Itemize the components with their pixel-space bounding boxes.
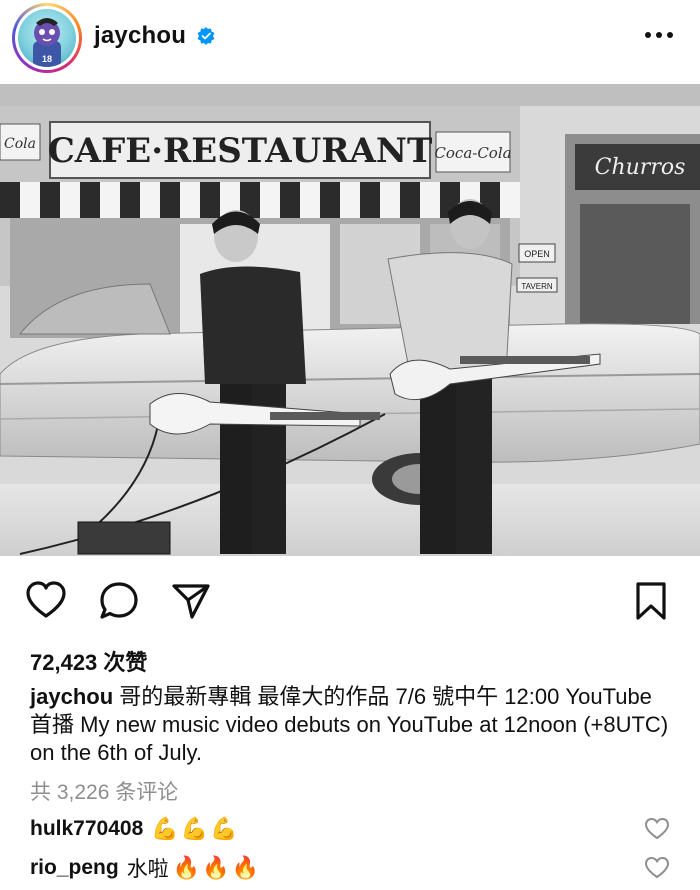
avatar[interactable]: 18 — [18, 9, 76, 67]
comment-text: 水啦 — [126, 858, 169, 881]
comment-like-heart-icon[interactable] — [644, 856, 670, 880]
post-photo[interactable]: CAFE·RESTAURANT Cola Coca-Cola Churros O… — [0, 84, 700, 556]
post-header: 18 jaychou — [0, 0, 700, 84]
sign-open: OPEN — [524, 249, 550, 259]
post-caption: jaychou 哥的最新專輯 最偉大的作品 7/6 號中午 12:00 YouT… — [30, 683, 680, 767]
sign-cola-left: Cola — [4, 136, 36, 152]
comment-row: hulk770408 💪💪💪 — [30, 812, 670, 846]
sign-coca-cola: Coca-Cola — [434, 144, 511, 162]
view-comments-link[interactable]: 共 3,226 条评论 — [30, 776, 178, 806]
comment-username[interactable]: hulk770408 — [30, 817, 143, 841]
post-username[interactable]: jaychou — [94, 22, 186, 50]
share-send-icon[interactable] — [170, 580, 212, 622]
comment-username[interactable]: rio_peng — [30, 856, 119, 880]
story-ring[interactable]: 18 — [12, 3, 82, 73]
more-options-icon[interactable] — [643, 28, 675, 42]
sign-cafe-restaurant: CAFE·RESTAURANT — [48, 131, 433, 171]
sign-churros: Churros — [595, 155, 686, 180]
caption-username[interactable]: jaychou — [30, 684, 113, 709]
sign-tavern: TAVERN — [521, 282, 552, 291]
comment-emoji: 💪💪💪 — [151, 816, 240, 841]
avatar-badge-number: 18 — [42, 54, 52, 64]
comment-emoji: 🔥🔥🔥 — [172, 855, 261, 880]
like-heart-icon[interactable] — [25, 580, 67, 622]
caption-text: 哥的最新專輯 最偉大的作品 7/6 號中午 12:00 YouTube 首播 M… — [30, 684, 669, 765]
awning — [0, 182, 520, 218]
avatar-character-icon: 18 — [33, 18, 61, 67]
post-image: CAFE·RESTAURANT Cola Coca-Cola Churros O… — [0, 84, 700, 556]
action-bar — [0, 576, 700, 624]
save-bookmark-icon[interactable] — [630, 580, 672, 622]
avatar-frame: 18 — [15, 6, 79, 70]
verified-badge-icon — [197, 27, 215, 45]
comment-icon[interactable] — [98, 580, 140, 622]
comment-like-heart-icon[interactable] — [644, 817, 670, 841]
likes-count[interactable]: 72,423 次赞 — [30, 645, 147, 677]
comment-row: rio_peng 水啦 🔥🔥🔥 — [30, 851, 670, 885]
